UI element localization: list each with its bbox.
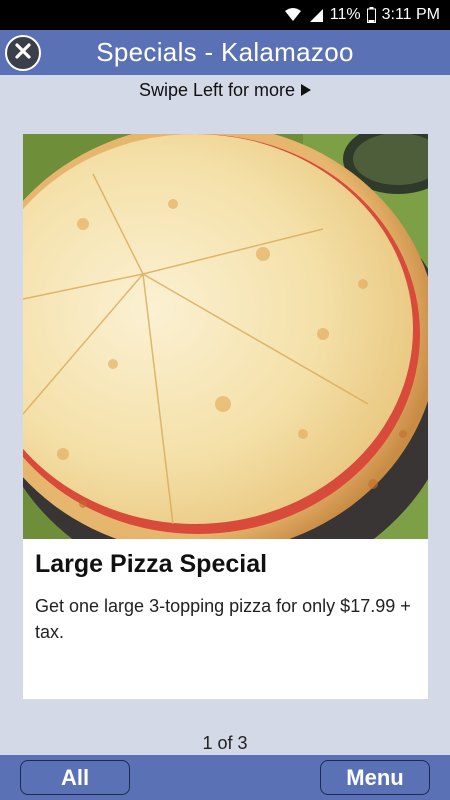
page-title: Specials - Kalamazoo — [96, 37, 354, 67]
app-header: Specials - Kalamazoo — [0, 30, 450, 75]
battery-icon — [366, 7, 376, 23]
menu-button[interactable]: Menu — [320, 760, 430, 795]
battery-percent: 11% — [329, 6, 361, 23]
special-card[interactable]: Large Pizza Special Get one large 3-topp… — [23, 134, 428, 699]
clock: 3:11 PM — [381, 6, 440, 23]
close-icon — [13, 41, 33, 66]
pizza-photo — [23, 134, 428, 539]
swipe-hint: Swipe Left for more — [0, 78, 450, 102]
status-bar: 11% 3:11 PM — [0, 0, 450, 30]
page-indicator: 1 of 3 — [202, 733, 248, 753]
all-button[interactable]: All — [20, 760, 130, 795]
play-arrow-icon — [301, 80, 312, 101]
signal-icon — [308, 7, 324, 23]
special-title: Large Pizza Special — [35, 550, 268, 578]
bottom-bar: All Menu — [0, 755, 450, 800]
special-description: Get one large 3-topping pizza for only $… — [35, 596, 411, 642]
close-button[interactable] — [5, 35, 41, 71]
swipe-hint-label: Swipe Left for more — [138, 79, 296, 100]
wifi-icon — [284, 7, 302, 23]
